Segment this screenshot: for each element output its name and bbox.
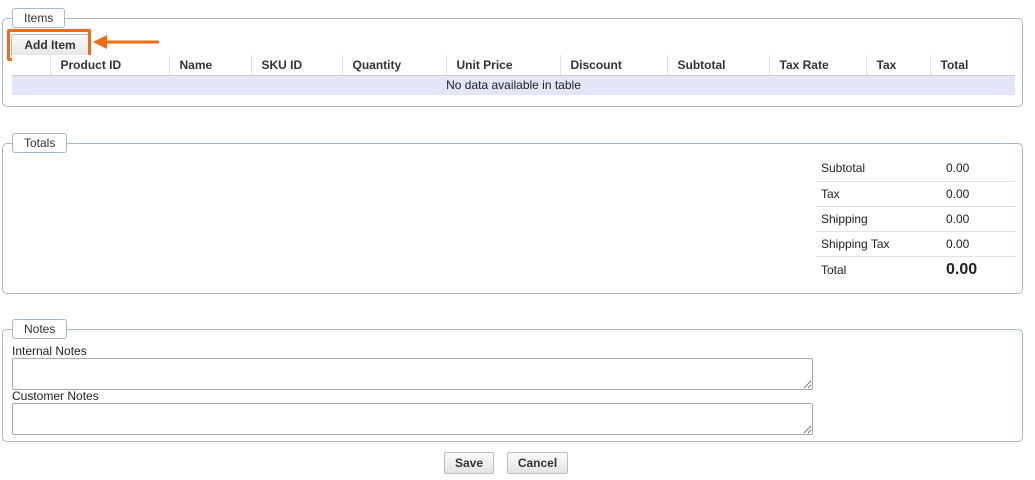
column-header-unit-price[interactable]: Unit Price (445, 55, 560, 76)
subtotal-value: 0.00 (946, 156, 1016, 182)
customer-notes-textarea[interactable] (12, 403, 813, 435)
shipping-tax-value: 0.00 (946, 231, 1016, 257)
column-header-tax-rate[interactable]: Tax Rate (768, 55, 866, 76)
items-fieldset: Items Add Item Product ID Name SKU ID Qu… (2, 8, 1023, 107)
column-header-total[interactable]: Total (929, 55, 1015, 76)
total-value: 0.00 (946, 261, 978, 279)
internal-notes-label: Internal Notes (12, 344, 87, 358)
notes-fieldset: Notes Internal Notes Customer Notes (2, 319, 1023, 442)
column-header-quantity[interactable]: Quantity (341, 55, 446, 76)
table-row: No data available in table (12, 75, 1015, 95)
totals-row-tax: Tax 0.00 (816, 181, 1016, 207)
notes-legend: Notes (12, 319, 68, 339)
tax-label: Tax (816, 181, 946, 207)
column-header-name[interactable]: Name (168, 55, 251, 76)
cancel-button[interactable]: Cancel (507, 452, 568, 474)
pointer-arrow-icon (93, 35, 159, 49)
totals-legend: Totals (12, 133, 68, 153)
column-header-discount[interactable]: Discount (559, 55, 667, 76)
shipping-value: 0.00 (946, 206, 1016, 232)
column-header-tax[interactable]: Tax (865, 55, 930, 76)
items-table-header: Product ID Name SKU ID Quantity Unit Pri… (12, 55, 1015, 76)
tax-value: 0.00 (946, 181, 1016, 207)
column-header-product-id[interactable]: Product ID (49, 55, 169, 76)
totals-row-subtotal: Subtotal 0.00 (816, 156, 1016, 182)
items-legend: Items (12, 8, 66, 28)
empty-table-message: No data available in table (12, 75, 1015, 95)
shipping-tax-label: Shipping Tax (816, 231, 946, 257)
column-header-subtotal[interactable]: Subtotal (666, 55, 769, 76)
shipping-label: Shipping (816, 206, 946, 232)
items-table: Product ID Name SKU ID Quantity Unit Pri… (12, 55, 1015, 95)
column-header-sku-id[interactable]: SKU ID (250, 55, 342, 76)
total-label: Total (821, 263, 847, 278)
save-button[interactable]: Save (444, 452, 494, 474)
totals-row-shipping: Shipping 0.00 (816, 206, 1016, 232)
totals-fieldset: Totals Subtotal 0.00 Tax 0.00 Shipping 0… (2, 133, 1023, 294)
totals-table: Subtotal 0.00 Tax 0.00 Shipping 0.00 Shi… (816, 156, 1016, 284)
column-header-select[interactable] (12, 55, 50, 76)
internal-notes-textarea[interactable] (12, 358, 813, 390)
totals-row-total: Total 0.00 (816, 256, 1016, 284)
add-item-button[interactable]: Add Item (11, 34, 89, 57)
customer-notes-label: Customer Notes (12, 389, 99, 403)
totals-row-shipping-tax: Shipping Tax 0.00 (816, 231, 1016, 257)
subtotal-label: Subtotal (816, 156, 946, 182)
